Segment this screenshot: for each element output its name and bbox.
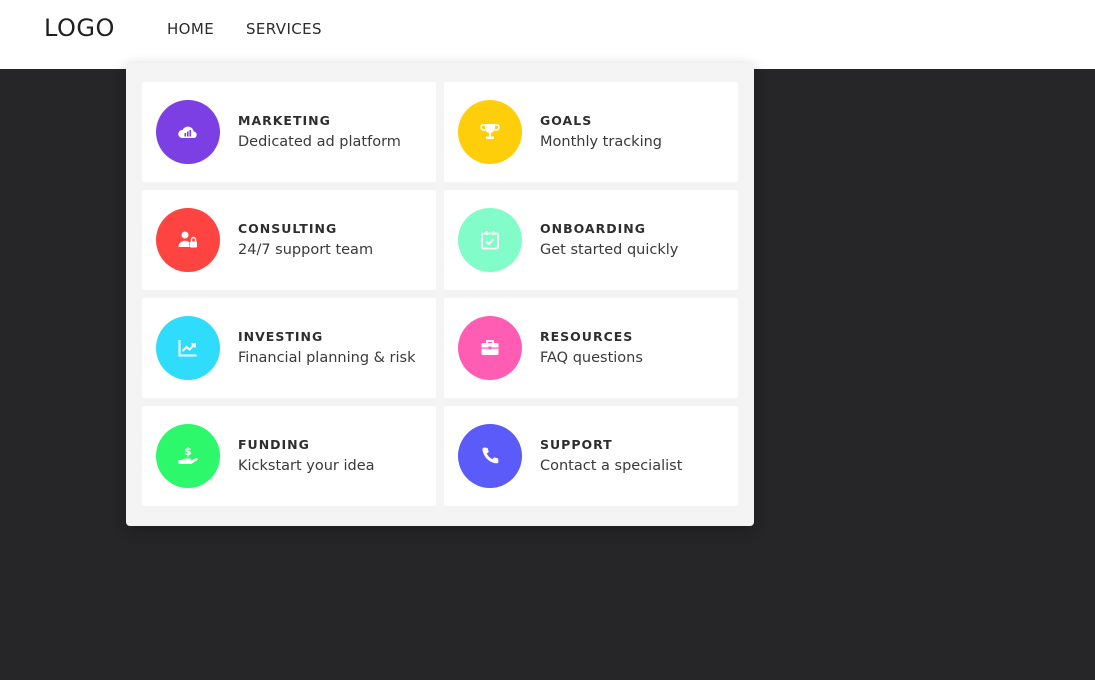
service-title: FUNDING (238, 437, 310, 452)
service-title: INVESTING (238, 329, 324, 344)
service-title: SUPPORT (540, 437, 613, 452)
services-dropdown: MARKETING Dedicated ad platform GOALS Mo… (126, 63, 754, 526)
service-desc: FAQ questions (540, 350, 643, 366)
service-desc: Contact a specialist (540, 458, 683, 474)
service-desc: 24/7 support team (238, 242, 374, 258)
service-card-investing[interactable]: INVESTING Financial planning & risk (142, 298, 436, 398)
service-desc: Monthly tracking (540, 134, 662, 150)
service-card-onboarding[interactable]: ONBOARDING Get started quickly (444, 190, 738, 290)
briefcase-icon (458, 316, 522, 380)
calendar-check-icon (458, 208, 522, 272)
service-desc: Dedicated ad platform (238, 134, 401, 150)
service-title: ONBOARDING (540, 221, 646, 236)
service-title: MARKETING (238, 113, 331, 128)
service-title: CONSULTING (238, 221, 338, 236)
service-desc: Get started quickly (540, 242, 679, 258)
service-card-marketing[interactable]: MARKETING Dedicated ad platform (142, 82, 436, 182)
nav-services-link[interactable]: SERVICES (246, 20, 322, 38)
svg-text:$: $ (184, 445, 192, 458)
service-card-goals[interactable]: GOALS Monthly tracking (444, 82, 738, 182)
chart-line-icon (156, 316, 220, 380)
service-title: GOALS (540, 113, 593, 128)
service-card-consulting[interactable]: CONSULTING 24/7 support team (142, 190, 436, 290)
navbar: LOGO HOME SERVICES (0, 0, 1095, 69)
phone-icon (458, 424, 522, 488)
cloud-chart-icon (156, 100, 220, 164)
service-desc: Financial planning & risk (238, 350, 416, 366)
service-desc: Kickstart your idea (238, 458, 375, 474)
hand-dollar-icon: $ (156, 424, 220, 488)
logo[interactable]: LOGO (44, 14, 115, 42)
service-card-funding[interactable]: $ FUNDING Kickstart your idea (142, 406, 436, 506)
user-lock-icon (156, 208, 220, 272)
service-title: RESOURCES (540, 329, 634, 344)
service-card-support[interactable]: SUPPORT Contact a specialist (444, 406, 738, 506)
trophy-icon (458, 100, 522, 164)
nav-home-link[interactable]: HOME (167, 20, 214, 38)
service-card-resources[interactable]: RESOURCES FAQ questions (444, 298, 738, 398)
